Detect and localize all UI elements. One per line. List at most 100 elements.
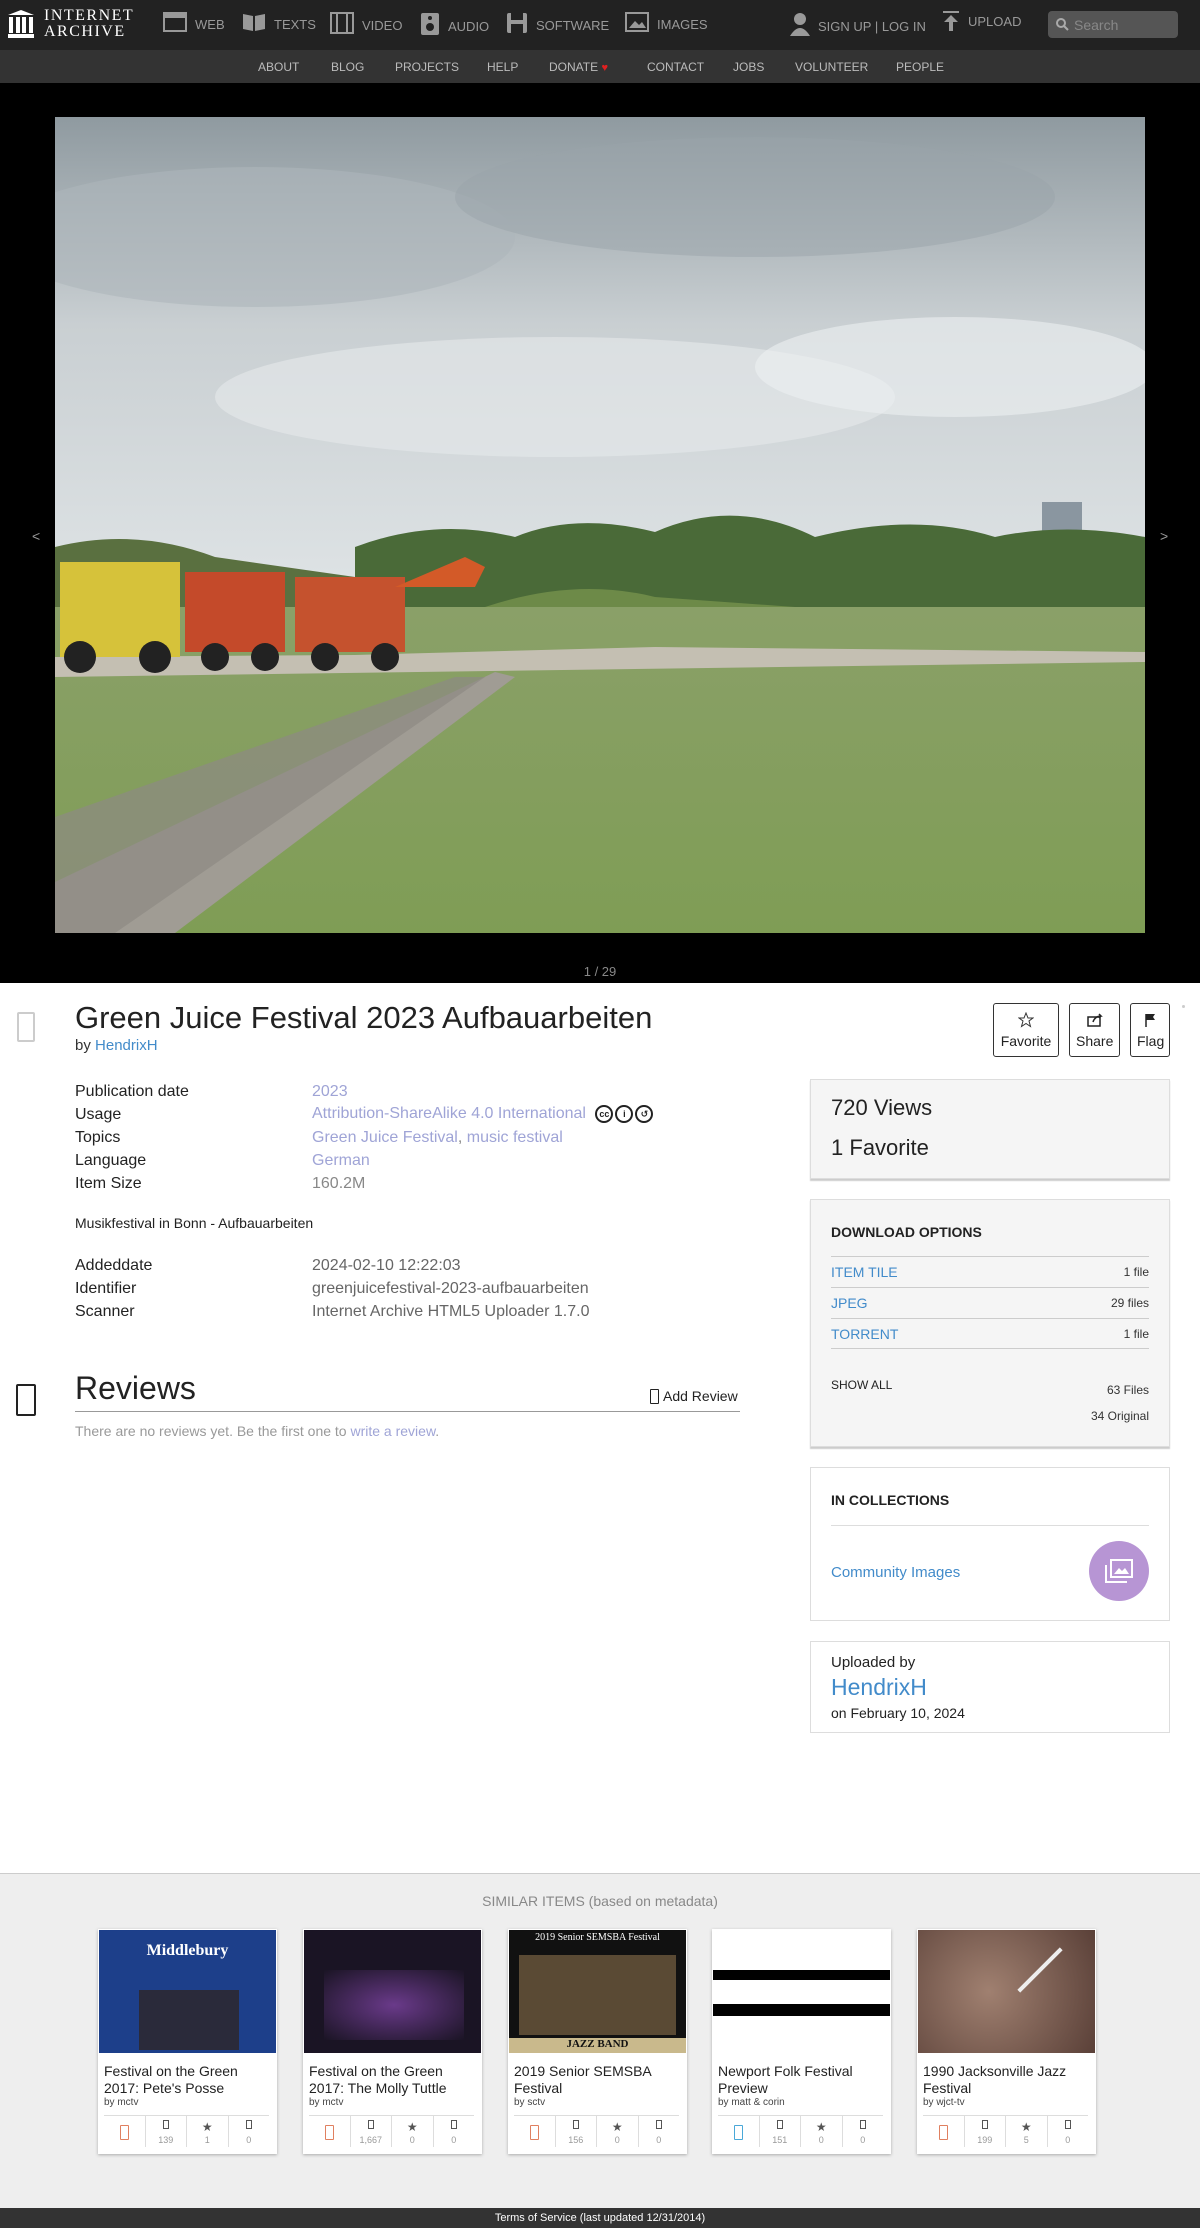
speaker-icon <box>421 13 439 35</box>
download-item-tile[interactable]: ITEM TILE <box>831 1264 898 1280</box>
star-icon: ★ <box>611 2120 623 2134</box>
author-link[interactable]: HendrixH <box>95 1037 158 1054</box>
download-torrent[interactable]: TORRENT <box>831 1326 898 1342</box>
signin-link[interactable]: SIGN UP | LOG IN <box>790 12 926 36</box>
thumbnail: 2019 Senior SEMSBA Festival JAZZ BAND <box>509 1930 686 2053</box>
nav-images[interactable]: IMAGES <box>625 12 708 32</box>
similar-item-card[interactable]: Newport Folk Festival Preview by matt & … <box>712 1929 891 2154</box>
item-title: Festival on the Green 2017: The Molly Tu… <box>309 2063 447 2096</box>
by-prefix: by <box>75 1037 91 1054</box>
movies-icon <box>324 2125 334 2140</box>
reviews-title: Reviews <box>75 1370 196 1406</box>
flag-button[interactable]: Flag <box>1130 1003 1170 1057</box>
nav-software[interactable]: SOFTWARE <box>506 12 609 34</box>
uploader-box: Uploaded by HendrixH on February 10, 202… <box>810 1641 1170 1733</box>
image-icon <box>625 12 649 32</box>
favorites-count: 1 <box>831 1135 844 1160</box>
item-actions: Favorite Share Flag <box>993 1003 1170 1057</box>
collection-image-icon[interactable] <box>1089 1541 1149 1601</box>
subnav-about[interactable]: ABOUT <box>258 60 299 74</box>
nav-video[interactable]: VIDEO <box>330 12 402 34</box>
ia-logo[interactable]: INTERNET ARCHIVE <box>8 8 134 40</box>
download-row: ITEM TILE 1 file <box>831 1256 1149 1287</box>
similar-item-card[interactable]: Middlebury Festival on the Green 2017: P… <box>98 1929 277 2154</box>
upload-link[interactable]: UPLOAD <box>942 10 1021 32</box>
reviews-count: 0 <box>246 2135 252 2145</box>
license-link[interactable]: Attribution-ShareAlike 4.0 International <box>312 1106 586 1123</box>
share-icon <box>1076 1010 1113 1030</box>
subnav-donate[interactable]: DONATE ♥ <box>549 60 608 74</box>
item-creator: by mctv <box>309 2097 344 2108</box>
next-arrow[interactable]: > <box>1160 528 1168 544</box>
sub-nav: ABOUT BLOG PROJECTS HELP DONATE ♥ CONTAC… <box>0 50 1200 83</box>
prev-arrow[interactable]: < <box>32 528 40 544</box>
file-count: 29 files <box>1110 1296 1149 1310</box>
uploader-link[interactable]: HendrixH <box>831 1674 927 1701</box>
favorite-button[interactable]: Favorite <box>993 1003 1059 1057</box>
nav-audio-label: AUDIO <box>448 18 490 34</box>
thumbnail <box>918 1930 1095 2053</box>
logo-line1: INTERNET <box>44 7 135 24</box>
favs-count: 0 <box>818 2135 824 2145</box>
subnav-help[interactable]: HELP <box>487 60 518 74</box>
language-link[interactable]: German <box>312 1152 370 1169</box>
similar-item-card[interactable]: 1990 Jacksonville Jazz Festival by wjct-… <box>917 1929 1096 2154</box>
pubdate-link[interactable]: 2023 <box>312 1083 348 1100</box>
thumbnail <box>304 1930 481 2053</box>
metadata-row: Identifier greenjuicefestival-2023-aufba… <box>75 1277 589 1300</box>
nav-images-label: IMAGES <box>657 16 708 32</box>
share-label: Share <box>1076 1033 1114 1049</box>
user-icon <box>790 13 810 36</box>
nav-audio[interactable]: AUDIO <box>420 12 489 36</box>
reviews-note-suffix: . <box>435 1423 440 1439</box>
upload-icon <box>943 11 959 31</box>
show-all-link[interactable]: SHOW ALL <box>831 1378 892 1392</box>
add-review-button[interactable]: Add Review <box>650 1388 738 1404</box>
nav-web[interactable]: WEB <box>163 12 225 32</box>
subnav-projects[interactable]: PROJECTS <box>395 60 459 74</box>
nav-texts[interactable]: TEXTS <box>242 12 316 32</box>
favs-count: 0 <box>614 2135 620 2145</box>
share-button[interactable]: Share <box>1069 1003 1120 1057</box>
metadata-key: Usage <box>75 1105 122 1123</box>
views-count: 156 <box>568 2135 584 2145</box>
download-options-box: DOWNLOAD OPTIONS ITEM TILE 1 file JPEG 2… <box>810 1199 1170 1447</box>
book-icon <box>243 14 265 31</box>
decor-dot <box>1182 1005 1185 1008</box>
metadata-key: Publication date <box>75 1082 189 1100</box>
subnav-people[interactable]: PEOPLE <box>896 60 944 74</box>
download-jpeg[interactable]: JPEG <box>831 1295 868 1311</box>
views-count: 151 <box>772 2135 788 2145</box>
subnav-blog[interactable]: BLOG <box>331 60 364 74</box>
movies-icon <box>119 2125 129 2140</box>
subnav-volunteer[interactable]: VOLUNTEER <box>795 60 868 74</box>
metadata-key: Identifier <box>75 1279 137 1297</box>
collections-divider <box>831 1525 1149 1526</box>
floppy-icon <box>507 13 527 33</box>
search-input[interactable] <box>1074 16 1170 33</box>
main-photo[interactable] <box>55 117 1145 933</box>
footer-terms[interactable]: Terms of Service (last updated 12/31/201… <box>0 2208 1200 2228</box>
favs-count: 0 <box>409 2135 415 2145</box>
similar-item-card[interactable]: Festival on the Green 2017: The Molly Tu… <box>303 1929 482 2154</box>
reviews-icon <box>16 1384 36 1416</box>
views-count: 199 <box>977 2135 993 2145</box>
search-box[interactable] <box>1048 11 1178 38</box>
favorites-label: Favorite <box>849 1135 929 1160</box>
web-icon <box>163 12 187 32</box>
topic-link[interactable]: music festival <box>467 1129 563 1146</box>
collection-link[interactable]: Community Images <box>831 1564 960 1581</box>
stats-box: 720 Views 1 Favorite <box>810 1079 1170 1179</box>
write-review-link[interactable]: write a review <box>350 1423 435 1439</box>
total-files: 63 Files <box>1106 1383 1149 1397</box>
similar-item-card[interactable]: 2019 Senior SEMSBA Festival JAZZ BAND 20… <box>508 1929 687 2154</box>
metadata-value: greenjuicefestival-2023-aufbauarbeiten <box>312 1279 589 1297</box>
reviews-icon <box>450 2120 457 2129</box>
views-icon <box>776 2120 783 2129</box>
subnav-jobs[interactable]: JOBS <box>733 60 764 74</box>
file-count: 1 file <box>1123 1326 1149 1341</box>
topic-link[interactable]: Green Juice Festival <box>312 1129 458 1146</box>
subnav-contact[interactable]: CONTACT <box>647 60 704 74</box>
heart-icon: ♥ <box>601 62 608 74</box>
cc-license-icons[interactable]: cc i ↺ <box>595 1105 654 1124</box>
